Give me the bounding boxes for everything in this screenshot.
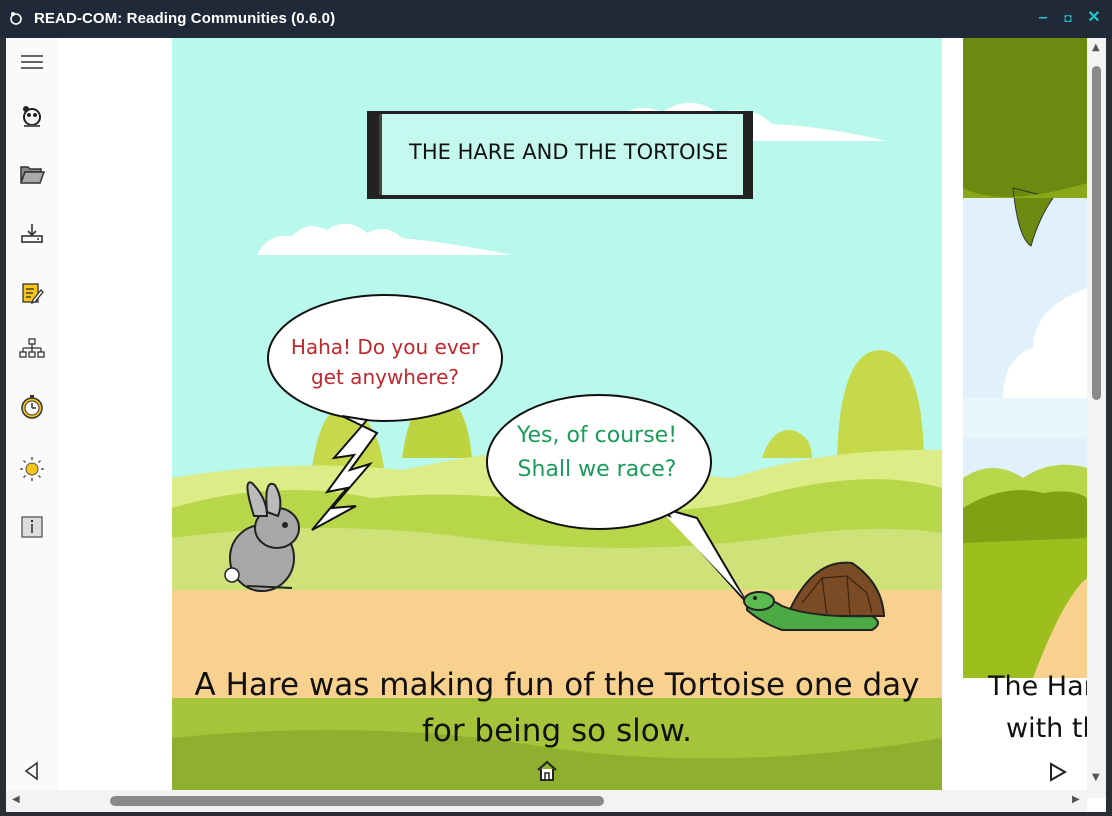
scroll-up-arrow-icon[interactable]: ▲ <box>1092 42 1100 53</box>
horizontal-scrollbar[interactable]: ◀ ▶ <box>6 790 1087 812</box>
scroll-right-arrow-icon[interactable]: ▶ <box>1072 794 1080 805</box>
story-title: THE HARE AND THE TORTOISE <box>409 140 729 164</box>
vertical-scroll-thumb[interactable] <box>1092 66 1101 400</box>
info-icon[interactable] <box>17 512 47 542</box>
minimize-button[interactable]: – <box>1034 9 1052 27</box>
title-bar: READ-COM: Reading Communities (0.6.0) – … <box>0 0 1112 38</box>
hare-speech-line: Haha! Do you ever <box>290 335 480 359</box>
story-page: THE HARE AND THE TORTOISE Haha! Do you e… <box>172 38 942 790</box>
read-com-logo-icon[interactable] <box>17 102 47 132</box>
sidebar <box>6 38 58 798</box>
app-content: THE HARE AND THE TORTOISE Haha! Do you e… <box>6 38 1106 812</box>
previous-page-icon[interactable] <box>17 756 47 786</box>
edit-notes-icon[interactable] <box>17 278 47 308</box>
maximize-button[interactable]: ◘ <box>1059 9 1077 27</box>
sun-brightness-icon[interactable] <box>17 454 47 484</box>
hare-speech-text: Haha! Do you ever get anywhere? <box>275 332 495 392</box>
caption-line: for being so slow. <box>421 713 693 749</box>
timer-icon[interactable] <box>17 392 47 422</box>
story-caption: A Hare was making fun of the Tortoise on… <box>172 662 942 754</box>
vertical-scrollbar[interactable]: ▲ ▼ <box>1087 38 1106 798</box>
next-caption-line: with th <box>1006 713 1087 744</box>
story-title-box: THE HARE AND THE TORTOISE <box>367 111 753 199</box>
hill <box>837 349 924 458</box>
download-icon[interactable] <box>17 218 47 248</box>
close-button[interactable]: ✕ <box>1085 9 1103 27</box>
tortoise-speech-line: Yes, of course! <box>516 423 678 448</box>
hare-speech-line: get anywhere? <box>310 365 459 389</box>
app-icon <box>10 12 22 25</box>
tortoise-speech-line: Shall we race? <box>517 457 677 482</box>
next-story-page: The Har with th <box>963 38 1087 790</box>
caption-line: A Hare was making fun of the Tortoise on… <box>194 667 920 703</box>
tortoise-speech-text: Yes, of course! Shall we race? <box>487 419 707 487</box>
next-caption-line: The Har <box>988 671 1087 702</box>
hill <box>762 429 812 458</box>
hierarchy-icon[interactable] <box>17 334 47 364</box>
next-page-caption: The Har with th <box>963 666 1087 750</box>
folder-open-icon[interactable] <box>17 159 47 189</box>
scroll-down-arrow-icon[interactable]: ▼ <box>1092 772 1100 783</box>
horizontal-scroll-thumb[interactable] <box>110 796 604 806</box>
hamburger-menu-icon[interactable] <box>17 47 47 77</box>
scroll-left-arrow-icon[interactable]: ◀ <box>12 794 20 805</box>
window-title: READ-COM: Reading Communities (0.6.0) <box>34 10 336 27</box>
